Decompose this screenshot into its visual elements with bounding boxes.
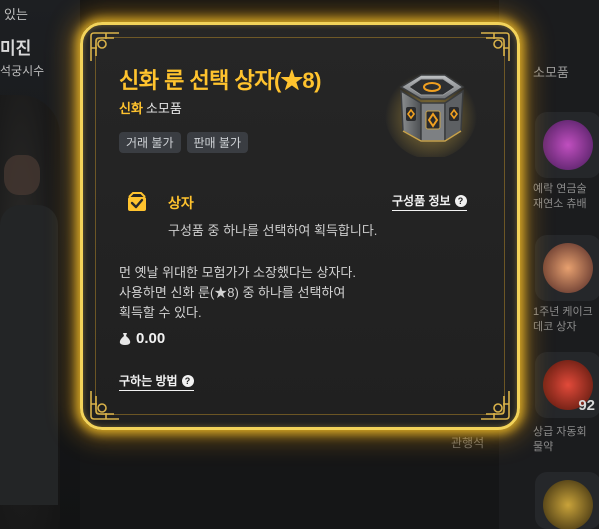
flavor-line: 먼 옛날 위대한 모험가가 소장했다는 상자다. [119,265,356,280]
rune-chest-icon [385,67,477,157]
shop-item-2-caption: 1주년 케이크 데코 상자 [533,306,593,333]
item-tooltip: 신화 룬 선택 상자(★8) 신화 소모품 거래 불가 판매 불가 상자 구성품… [80,22,520,430]
corner-ornament-icon [90,32,119,61]
item-grade-line: 신화 소모품 [119,98,182,117]
item-tags: 거래 불가 판매 불가 [119,132,248,153]
shop-item-4[interactable] [535,472,599,529]
character-body [0,205,58,505]
tab-consumables[interactable]: 소모품 [533,62,569,81]
flavor-line: 획득할 수 있다. [119,305,202,320]
box-check-icon [128,192,146,211]
item-count: 92 [578,397,595,414]
bg-character-class: 석궁시수 [0,64,45,78]
question-icon: ? [454,194,467,207]
section-title: 상자 [168,195,194,211]
tag-no-sell: 판매 불가 [186,132,248,153]
money-bag-icon [119,332,131,345]
item-flavor-text: 먼 옛날 위대한 모험가가 소장했다는 상자다. 사용하면 신화 룬(★8) 중… [119,263,459,323]
corner-ornament-icon [481,32,510,61]
crystal-icon [543,120,593,170]
bg-bottom-label: 관행석 [451,436,485,450]
item-icon [543,480,593,529]
components-info-link[interactable]: 구성품 정보 ? [392,192,467,211]
character-portrait [0,95,60,529]
corner-ornament-icon [90,391,119,420]
item-price: 0.00 [119,330,165,347]
item-type: 소모품 [145,101,182,116]
how-to-get-label: 구하는 방법 [119,374,178,388]
question-icon: ? [181,374,194,387]
price-value: 0.00 [136,330,166,347]
character-face [4,155,40,195]
components-info-label: 구성품 정보 [392,194,451,208]
shop-item-2[interactable] [535,235,599,301]
shop-item-3[interactable]: 92 [535,352,599,418]
bg-text-1: 있는 [4,7,28,22]
shop-item-1[interactable] [535,112,599,178]
corner-ornament-icon [481,391,510,420]
how-to-get-link[interactable]: 구하는 방법 ? [119,372,194,391]
cake-icon [543,243,593,293]
shop-item-3-caption: 상급 자동회 물약 [533,426,587,453]
bg-character-name: 미진 [0,39,32,58]
item-title: 신화 룬 선택 상자(★8) [119,68,321,93]
section-description: 구성품 중 하나를 선택하여 획득합니다. [168,223,378,238]
item-grade: 신화 [119,101,143,116]
shop-item-1-caption: 예락 연금술 재연소 츄배 [533,183,587,210]
flavor-line: 사용하면 신화 룬(★8) 중 하나를 선택하여 [119,285,346,300]
background-bottom-area [80,430,499,529]
tag-no-trade: 거래 불가 [119,132,181,153]
